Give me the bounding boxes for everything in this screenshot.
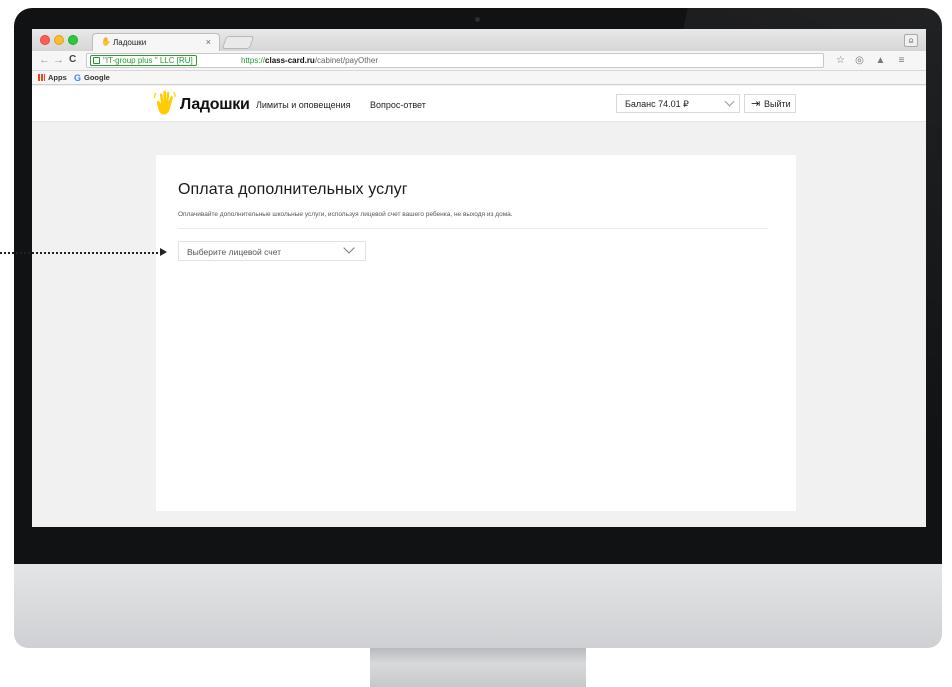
bookmarks-bar: Apps G Google [32,71,926,85]
back-arrow-icon[interactable]: ← [39,54,50,66]
ev-certificate-text: "IT-group plus " LLC [RU] [103,56,193,65]
zoom-window-button[interactable] [68,35,78,45]
page-description: Оплачивайте дополнительные школьные услу… [178,211,513,218]
imac-stand [370,648,586,687]
apps-grid-icon [38,74,45,81]
balance-label: Баланс 74.01 ₽ [625,99,689,109]
waving-hand-icon: ✋ [101,37,111,46]
camera-dot [475,17,480,22]
url-host: class-card.ru [265,56,315,65]
forward-arrow-icon[interactable]: → [53,54,64,66]
page-title: Оплата дополнительных услуг [178,181,408,198]
divider [178,228,768,229]
account-select[interactable]: Выберите лицевой счет [178,241,366,261]
chevron-down-icon [724,96,735,107]
callout-arrowhead [160,248,167,256]
nav-limits-alerts[interactable]: Лимиты и оповещения [256,100,351,110]
reload-icon[interactable]: C [69,54,76,65]
browser-toolbar: ← → C "IT-group plus " LLC [RU] https://… [32,51,926,71]
address-bar[interactable]: "IT-group plus " LLC [RU] https://class-… [86,53,824,68]
bookmark-google-label: Google [84,73,110,82]
tab-title: Ладошки [113,38,147,47]
chevron-down-icon [343,242,355,254]
bookmark-google[interactable]: G Google [74,73,110,83]
drive-icon[interactable]: ▲ [875,55,886,66]
tab-strip: ✋ Ладошки × ⍝ [32,29,926,51]
site-header: Ладошки Лимиты и оповещения Вопрос-ответ… [32,86,926,122]
close-window-button[interactable] [40,35,50,45]
url-scheme: https:// [241,56,266,65]
nav-faq[interactable]: Вопрос-ответ [370,100,426,110]
bookmark-apps-label: Apps [48,73,67,82]
minimize-window-button[interactable] [54,35,64,45]
site-logo-text[interactable]: Ладошки [180,96,250,114]
browser-tab[interactable]: ✋ Ладошки × [92,33,220,51]
extension-icon[interactable]: ◎ [854,55,865,66]
waving-hand-icon[interactable] [154,89,176,117]
url-text: https://class-card.ru/cabinet/payOther [241,54,378,67]
imac-chin [14,564,942,648]
content-card: Оплата дополнительных услуг Оплачивайте … [156,155,796,511]
ev-certificate-badge[interactable]: "IT-group plus " LLC [RU] [90,55,197,66]
bookmark-apps[interactable]: Apps [38,73,67,82]
star-icon[interactable]: ☆ [835,55,846,66]
account-select-placeholder: Выберите лицевой счет [187,247,282,257]
logout-button[interactable]: ⇥ Выйти [744,94,796,113]
profile-icon[interactable]: ⍝ [904,34,918,47]
logout-label: Выйти [764,99,791,109]
callout-dotted-line [0,252,162,255]
lock-icon [93,57,100,64]
browser-window: ✋ Ладошки × ⍝ ← → C "IT-group plus " LLC… [32,29,926,527]
sign-out-icon: ⇥ [751,98,761,110]
menu-icon[interactable]: ≡ [896,55,907,66]
imac-mockup: ✋ Ладошки × ⍝ ← → C "IT-group plus " LLC… [0,0,952,687]
balance-dropdown[interactable]: Баланс 74.01 ₽ [616,94,740,113]
url-path: /cabinet/payOther [314,56,378,65]
new-tab-button[interactable] [221,36,255,49]
google-g-icon: G [74,73,82,83]
tab-close-icon[interactable]: × [206,37,211,47]
